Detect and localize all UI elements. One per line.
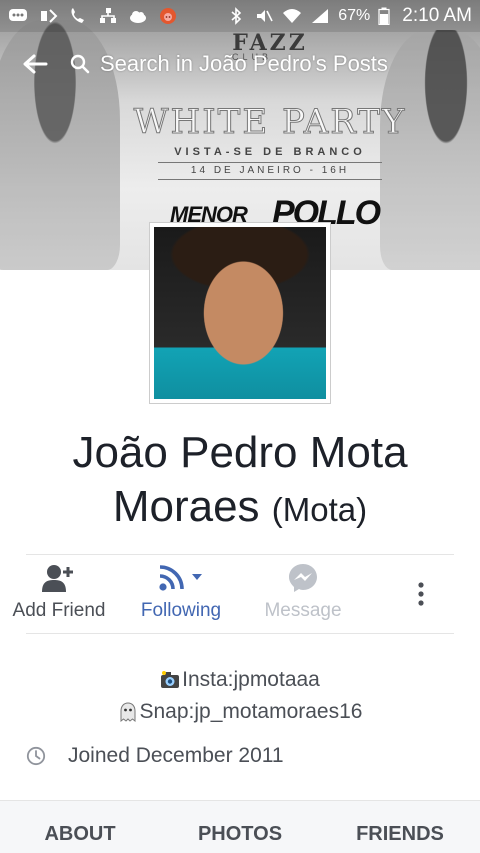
search-input[interactable]: Search in João Pedro's Posts (70, 51, 388, 77)
camera-emoji-icon (161, 671, 180, 688)
tab-photos[interactable]: PHOTOS (180, 801, 300, 853)
profile-name-line2: Moraes (112, 482, 260, 531)
profile-bio: Insta:jpmotaaa Snap:jp_motamoraes16 (0, 664, 480, 728)
wifi-calling-icon (38, 7, 58, 25)
joined-info: Joined December 2011 (26, 744, 284, 768)
status-clock: 2:10 AM (402, 5, 472, 26)
cover-event-title: WHITE PARTY (133, 102, 407, 143)
divider-bottom (26, 633, 454, 634)
following-button[interactable]: Following (122, 560, 240, 632)
cover-event-subtitle: VISTA-SE DE BRANCO (174, 146, 366, 158)
status-icons-right: 67% 2:10 AM (226, 5, 472, 27)
search-header: Search in João Pedro's Posts (0, 40, 480, 88)
profile-name-line2-container: Moraes (Mota) (0, 480, 480, 537)
profile-picture[interactable] (149, 222, 331, 404)
cloud-icon (128, 7, 148, 25)
battery-icon (378, 7, 390, 25)
add-friend-icon (0, 560, 118, 596)
following-icon (122, 560, 240, 596)
battery-percentage: 67% (338, 7, 371, 24)
profile-tabs: ABOUT PHOTOS FRIENDS (0, 800, 480, 853)
status-icons-left (8, 7, 178, 25)
mute-icon (254, 7, 274, 25)
ghost-emoji-icon (120, 702, 135, 722)
status-bar: 67% 2:10 AM (0, 0, 480, 32)
network-share-icon (98, 7, 118, 25)
add-friend-label: Add Friend (12, 600, 106, 621)
pig-app-icon (158, 7, 178, 25)
cover-event-date: 14 DE JANEIRO - 16H (158, 162, 382, 180)
profile-actions: Add Friend Following Message (0, 560, 480, 632)
messenger-icon (244, 560, 362, 596)
wifi-icon (282, 7, 302, 25)
profile-name-line1: João Pedro Mota (72, 428, 408, 477)
profile-picture-image (154, 227, 326, 399)
message-label: Message (264, 600, 342, 621)
bio-snap-line: Snap:jp_motamoraes16 (0, 696, 480, 728)
tab-about[interactable]: ABOUT (20, 801, 140, 853)
signal-icon (310, 7, 330, 25)
clock-icon (26, 746, 46, 766)
chat-notification-icon (8, 7, 28, 25)
more-options-button[interactable] (398, 560, 444, 632)
bluetooth-icon (226, 7, 246, 25)
divider-top (26, 554, 454, 555)
bio-insta-text: Insta:jpmotaaa (182, 668, 320, 691)
add-friend-button[interactable]: Add Friend (0, 560, 118, 632)
back-button[interactable] (0, 40, 70, 88)
back-arrow-icon (23, 54, 48, 74)
missed-call-icon (68, 7, 88, 25)
message-button[interactable]: Message (244, 560, 362, 632)
tab-friends[interactable]: FRIENDS (340, 801, 460, 853)
bio-insta-line: Insta:jpmotaaa (0, 664, 480, 696)
search-placeholder: Search in João Pedro's Posts (100, 51, 388, 76)
following-label: Following (140, 600, 222, 621)
joined-text: Joined December 2011 (68, 744, 284, 767)
more-vertical-icon (398, 560, 444, 628)
search-icon (70, 54, 90, 74)
profile-name: João Pedro Mota Moraes (Mota) (0, 426, 480, 537)
bio-snap-text: Snap:jp_motamoraes16 (139, 700, 363, 723)
profile-alternate-name: (Mota) (271, 491, 368, 528)
